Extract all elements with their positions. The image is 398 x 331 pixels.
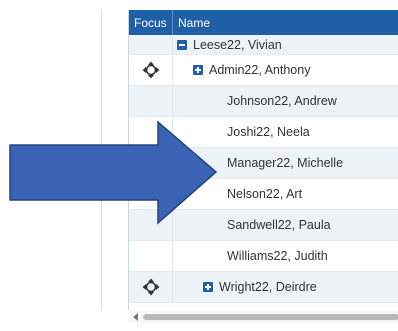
focus-cell	[129, 241, 173, 271]
row-name: Admin22, Anthony	[209, 63, 311, 77]
row-name: Johnson22, Andrew	[227, 94, 337, 108]
collapse-icon[interactable]	[177, 39, 187, 50]
move-icon[interactable]	[142, 278, 160, 296]
expand-icon[interactable]	[203, 282, 213, 292]
row-name: Leese22, Vivian	[193, 37, 282, 52]
name-cell: Leese22, Vivian	[173, 35, 282, 54]
row-name: Joshi22, Neela	[227, 125, 310, 139]
scroll-left-arrow-icon[interactable]	[133, 313, 138, 321]
row-name: Manager22, Michelle	[227, 156, 344, 170]
name-cell: Johnson22, Andrew	[173, 86, 337, 116]
name-cell: Williams22, Judith	[173, 241, 328, 271]
row-name: Wright22, Deirdre	[219, 280, 317, 294]
table-row[interactable]: Williams22, Judith	[129, 241, 398, 272]
horizontal-scrollbar[interactable]	[129, 311, 398, 323]
focus-cell	[129, 55, 173, 85]
table-row[interactable]: Leese22, Vivian	[129, 35, 398, 55]
row-name: Williams22, Judith	[227, 249, 328, 263]
table-row[interactable]: Admin22, Anthony	[129, 55, 398, 86]
name-column-header[interactable]: Name	[173, 16, 210, 30]
table-row[interactable]: Wright22, Deirdre	[129, 272, 398, 303]
name-cell: Admin22, Anthony	[173, 55, 310, 85]
row-name: Sandwell22, Paula	[227, 218, 331, 232]
grid-header: Focus Name	[129, 10, 398, 35]
table-row[interactable]: Johnson22, Andrew	[129, 86, 398, 117]
focus-column-header[interactable]: Focus	[129, 10, 173, 35]
scroll-thumb[interactable]	[143, 314, 398, 320]
right-arrow-callout-icon	[9, 120, 218, 225]
focus-cell	[129, 35, 173, 54]
focus-cell	[129, 272, 173, 302]
focus-cell	[129, 86, 173, 116]
row-name: Nelson22, Art	[227, 187, 303, 201]
name-cell: Wright22, Deirdre	[173, 272, 317, 302]
expand-icon[interactable]	[193, 65, 203, 75]
move-icon[interactable]	[142, 61, 160, 79]
